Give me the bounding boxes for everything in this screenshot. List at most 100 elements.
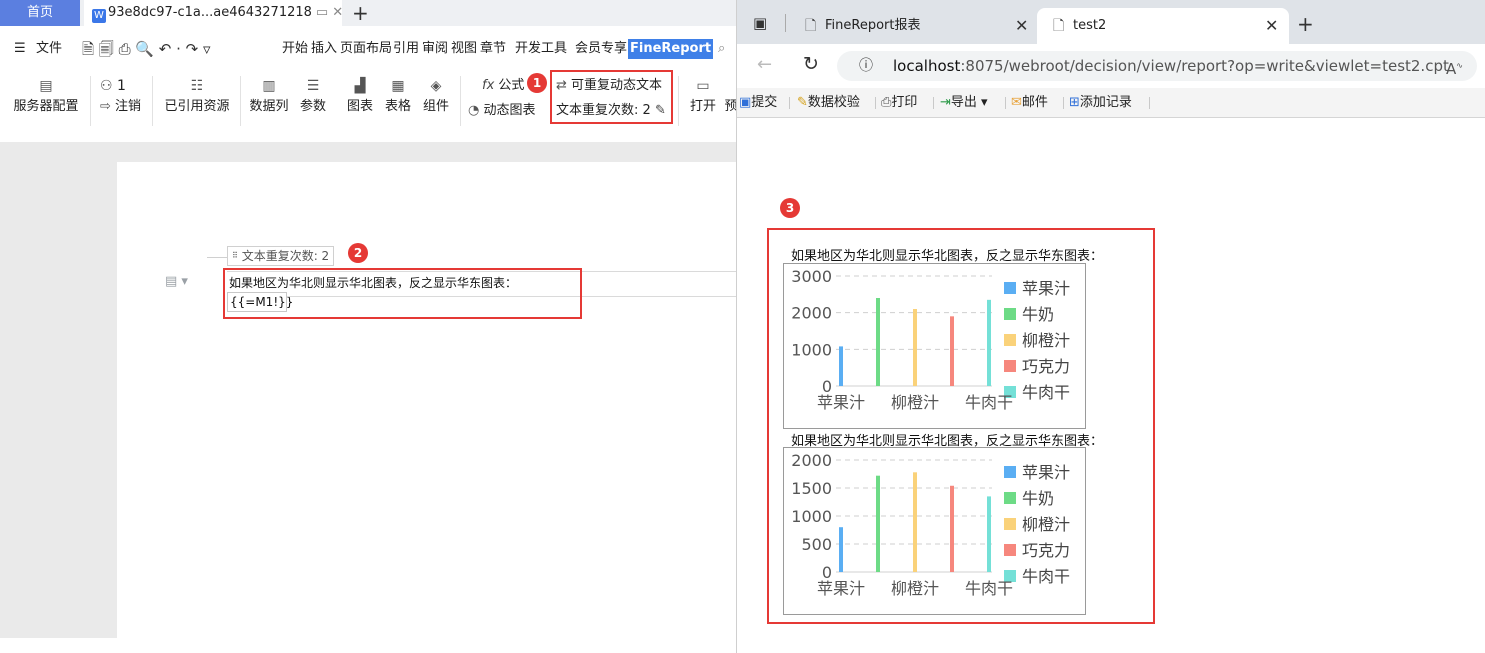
preview-label: 预: [724, 99, 736, 114]
menu-file[interactable]: 文件: [36, 36, 62, 62]
new-tab-icon[interactable]: +: [352, 0, 369, 26]
toolbar-divider: [789, 97, 790, 109]
preview-button[interactable]: 预: [724, 76, 736, 118]
toolbar-divider: [875, 97, 876, 109]
folder-icon: ▭: [696, 78, 710, 94]
parameter-button[interactable]: ☰ 参数: [298, 76, 328, 118]
menu-dev-tools[interactable]: 开发工具: [515, 36, 567, 62]
user-icon: ⚇ 1: [100, 78, 126, 94]
formula-fx-icon: fx: [482, 78, 495, 93]
validate-wand-icon: ✎: [797, 95, 808, 110]
server-config-label: 服务器配置: [13, 99, 79, 114]
repeat-count-tag-label: 文本重复次数: 2: [241, 249, 330, 263]
site-info-icon[interactable]: ⓘ: [859, 51, 873, 81]
submit-label: 提交: [751, 95, 778, 110]
close-tab-icon[interactable]: ✕: [1265, 8, 1278, 44]
document-tab[interactable]: W 93e8dc97-c1a...ae4643271218 ▭ ✕: [84, 0, 343, 26]
logout-icon: ⇨: [100, 99, 111, 114]
quick-access-icons[interactable]: 🗎 🗐 ⎙ 🔍 ↶ · ↷ ▿: [82, 36, 211, 62]
table-button[interactable]: ▦ 表格: [383, 76, 413, 118]
ribbon-divider: [460, 76, 461, 126]
report-toolbar: ▣提交 ✎数据校验 ⎙打印 ⇥导出 ▾ ✉邮件 ⊞添加记录: [737, 88, 1485, 118]
parameter-label: 参数: [299, 99, 326, 114]
back-arrow-icon[interactable]: ←: [757, 54, 772, 75]
toolbar-divider: [1149, 97, 1150, 109]
new-tab-icon[interactable]: +: [1297, 14, 1314, 34]
menu-chapter[interactable]: 章节: [480, 36, 506, 62]
repeat-count-tag[interactable]: ⠿ 文本重复次数: 2: [227, 246, 335, 266]
parameter-icon: ☰: [306, 78, 320, 94]
logout-button[interactable]: ⇨ 注销: [100, 96, 146, 118]
document-page: ⠿ 文本重复次数: 2 2 ▤ ▾ 如果地区为华北则显示华北图表，反之显示华东图…: [117, 162, 736, 638]
url-path: :8075/webroot/decision/view/report?op=wr…: [960, 57, 1449, 75]
component-label: 组件: [422, 99, 449, 114]
menu-finereport[interactable]: FineReport: [628, 39, 714, 59]
browser-tab-title: test2: [1073, 18, 1107, 33]
browser-tab-test2[interactable]: 🗋 test2 ✕: [1037, 8, 1289, 44]
hamburger-icon[interactable]: ☰: [14, 36, 26, 62]
referenced-resources-label: 已引用资源: [164, 99, 230, 114]
chart-icon: ▟: [354, 78, 366, 94]
submit-button[interactable]: ▣提交: [739, 88, 777, 118]
dynamic-chart-button[interactable]: ◔ 动态图表: [468, 100, 548, 122]
menu-view[interactable]: 视图: [451, 36, 477, 62]
add-record-button[interactable]: ⊞添加记录: [1069, 88, 1132, 118]
mail-label: 邮件: [1021, 95, 1048, 110]
add-record-label: 添加记录: [1079, 95, 1132, 110]
wps-window: 首页 W 93e8dc97-c1a...ae4643271218 ▭ ✕ + ☰ 文件…: [0, 0, 736, 653]
component-button[interactable]: ◈ 组件: [421, 76, 451, 118]
data-column-button[interactable]: ▥ 数据列: [248, 76, 290, 118]
user-info[interactable]: ⚇ 1 ⇨ 注销: [100, 76, 146, 118]
browser-tab-title: FineReport报表: [825, 18, 921, 33]
menu-page-layout[interactable]: 页面布局: [340, 36, 392, 62]
mail-envelope-icon: ✉: [1011, 95, 1022, 110]
menu-member[interactable]: 会员专享: [575, 36, 627, 62]
browser-tab-finereport[interactable]: 🗋 FineReport报表 ✕: [789, 8, 1039, 44]
tab-actions-icon[interactable]: ▣: [753, 14, 767, 32]
dynamic-chart-icon: ◔: [468, 103, 480, 118]
data-column-label: 数据列: [249, 99, 289, 114]
formula-label: 公式: [498, 78, 525, 93]
export-label: 导出: [950, 95, 977, 110]
export-button[interactable]: ⇥导出 ▾: [940, 88, 988, 118]
address-bar[interactable]: ⓘ localhost:8075/webroot/decision/view/r…: [837, 51, 1477, 81]
ribbon-divider: [152, 76, 153, 126]
data-validate-label: 数据校验: [807, 95, 860, 110]
chart-label: 图表: [346, 99, 373, 114]
close-tab-icon[interactable]: ✕: [1015, 8, 1028, 44]
preview-icon: [724, 76, 736, 96]
menu-insert[interactable]: 插入: [311, 36, 337, 62]
open-button[interactable]: ▭ 打开: [686, 76, 720, 118]
document-workspace: ⠿ 文本重复次数: 2 2 ▤ ▾ 如果地区为华北则显示华北图表，反之显示华东图…: [0, 142, 736, 638]
wps-menu-bar: ☰ 文件 🗎 🗐 ⎙ 🔍 ↶ · ↷ ▿ 开始 插入 页面布局 引用 审阅 视图…: [0, 36, 736, 62]
toolbar-divider: [1005, 97, 1006, 109]
open-label: 打开: [689, 99, 716, 114]
print-button[interactable]: ⎙打印: [881, 88, 917, 118]
home-tab[interactable]: 首页: [0, 0, 80, 26]
menu-start[interactable]: 开始: [282, 36, 308, 62]
reload-icon[interactable]: ↻: [803, 53, 819, 75]
browser-tab-strip: ▣ 🗋 FineReport报表 ✕ 🗋 test2 ✕ +: [737, 0, 1485, 44]
read-aloud-icon[interactable]: A∿: [1446, 51, 1463, 84]
chart-button[interactable]: ▟ 图表: [345, 76, 375, 118]
tab-divider: [785, 14, 786, 32]
status-strip: [0, 638, 736, 653]
ribbon-divider: [678, 76, 679, 126]
data-column-icon: ▥: [262, 78, 276, 94]
dynamic-chart-label: 动态图表: [483, 103, 536, 118]
step-badge-3: 3: [780, 198, 800, 218]
server-config-button[interactable]: ▤ 服务器配置: [10, 76, 82, 118]
data-validate-button[interactable]: ✎数据校验: [797, 88, 860, 118]
menu-review[interactable]: 审阅: [422, 36, 448, 62]
ribbon-divider: [240, 76, 241, 126]
step-badge-2: 2: [348, 243, 368, 263]
paragraph-handle-icon[interactable]: ▤ ▾: [165, 274, 188, 289]
menu-reference[interactable]: 引用: [393, 36, 419, 62]
search-icon[interactable]: ⌕: [718, 36, 725, 62]
mail-button[interactable]: ✉邮件: [1011, 88, 1048, 118]
drag-handle-icon: ⠿: [232, 251, 238, 260]
print-label: 打印: [891, 95, 918, 110]
screen-share-icon[interactable]: ▭: [316, 5, 328, 20]
close-tab-icon[interactable]: ✕: [332, 5, 343, 20]
referenced-resources-button[interactable]: ☷ 已引用资源: [160, 76, 234, 118]
